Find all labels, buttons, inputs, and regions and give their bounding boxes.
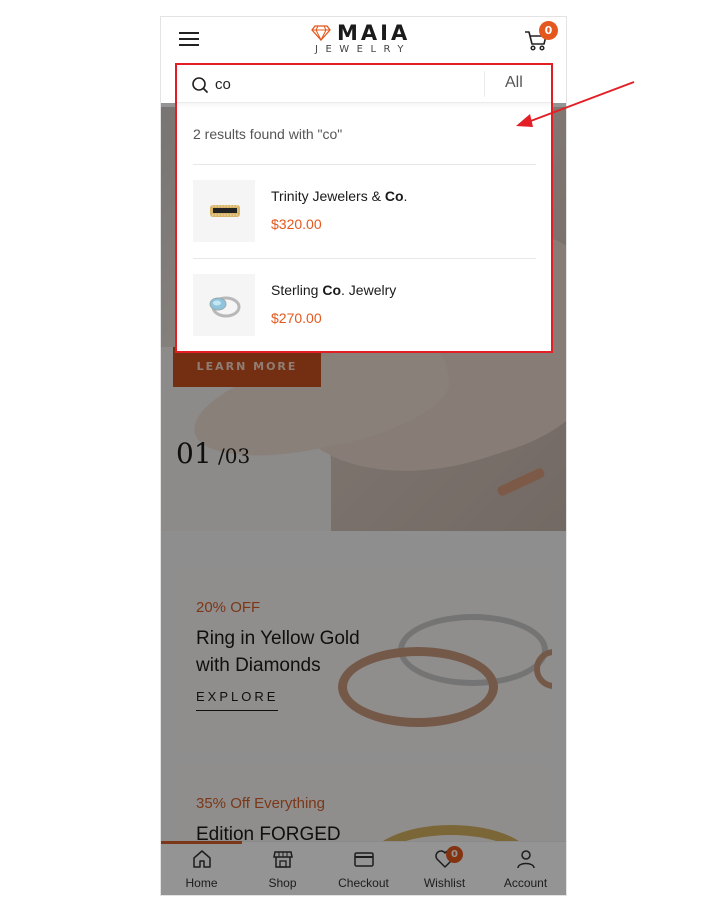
search-result[interactable]: Sterling Co. Jewelry $270.00	[193, 274, 536, 338]
product-price: $320.00	[271, 216, 322, 232]
nav-wishlist[interactable]: 0 Wishlist	[404, 846, 485, 890]
promo-title: Ring in Yellow Gold with Diamonds	[196, 628, 360, 676]
query-match: Co	[322, 282, 342, 298]
annotation-arrow	[516, 81, 635, 127]
diamond-icon	[311, 25, 331, 41]
promo-section: 20% OFF Ring in Yellow Gold with Diamond…	[161, 531, 566, 871]
promo-card[interactable]: 20% OFF Ring in Yellow Gold with Diamond…	[176, 569, 552, 751]
nav-label: Home	[185, 876, 218, 890]
product-name: Sterling Co. Jewelry	[271, 282, 397, 298]
home-icon	[192, 850, 211, 868]
shop-icon	[272, 851, 293, 868]
product-name: Trinity Jewelers & Co.	[271, 188, 408, 204]
ring-image	[210, 205, 240, 217]
divider	[193, 258, 536, 259]
logo[interactable]: MAIA JEWELRY	[311, 21, 421, 61]
search-icon[interactable]	[191, 76, 209, 94]
promo-discount: 35% Off Everything	[196, 795, 325, 812]
nav-label: Shop	[268, 876, 297, 890]
nav-label: Wishlist	[423, 876, 466, 890]
user-icon	[516, 850, 535, 869]
logo-text: MAIA	[337, 21, 411, 45]
divider	[193, 164, 536, 165]
phone-screen: MAIA JEWELRY 0 LEARN MORE 01 /03 20% OFF…	[160, 16, 567, 896]
nav-checkout[interactable]: Checkout	[323, 848, 404, 890]
app-header: MAIA JEWELRY 0	[161, 17, 566, 63]
nav-label: Checkout	[338, 876, 389, 890]
ring-image	[209, 296, 241, 318]
search-dropdown: All 2 results found with "co" Trinity Je…	[175, 63, 553, 353]
nav-account[interactable]: Account	[485, 848, 566, 890]
product-thumbnail	[193, 180, 255, 242]
learn-more-button[interactable]: LEARN MORE	[173, 347, 321, 387]
search-result[interactable]: Trinity Jewelers & Co. $320.00	[193, 180, 536, 244]
bottom-nav: Home Shop Checkout 0 Wishlist Account	[161, 841, 566, 895]
search-bar: All	[177, 65, 551, 103]
hero-image-ring	[496, 466, 546, 498]
query-match: Co	[384, 188, 404, 204]
logo-subtext: JEWELRY	[315, 44, 411, 55]
wishlist-count-badge: 0	[446, 846, 463, 863]
result-count: 2 results found with "co"	[193, 126, 343, 142]
nav-shop[interactable]: Shop	[242, 848, 323, 890]
explore-link[interactable]: EXPLORE	[196, 689, 279, 711]
product-price: $270.00	[271, 310, 322, 326]
nav-home[interactable]: Home	[161, 848, 242, 890]
active-tab-indicator	[161, 841, 242, 844]
cart-count-badge: 0	[539, 21, 558, 40]
search-input[interactable]	[215, 71, 485, 97]
product-thumbnail	[193, 274, 255, 336]
card-icon	[353, 852, 374, 867]
slide-current: 01	[176, 437, 212, 470]
menu-icon[interactable]	[179, 32, 199, 48]
slide-counter: 01 /03	[176, 437, 250, 470]
promo-discount: 20% OFF	[196, 599, 261, 616]
slide-total: /03	[211, 444, 251, 468]
nav-label: Account	[503, 876, 548, 890]
